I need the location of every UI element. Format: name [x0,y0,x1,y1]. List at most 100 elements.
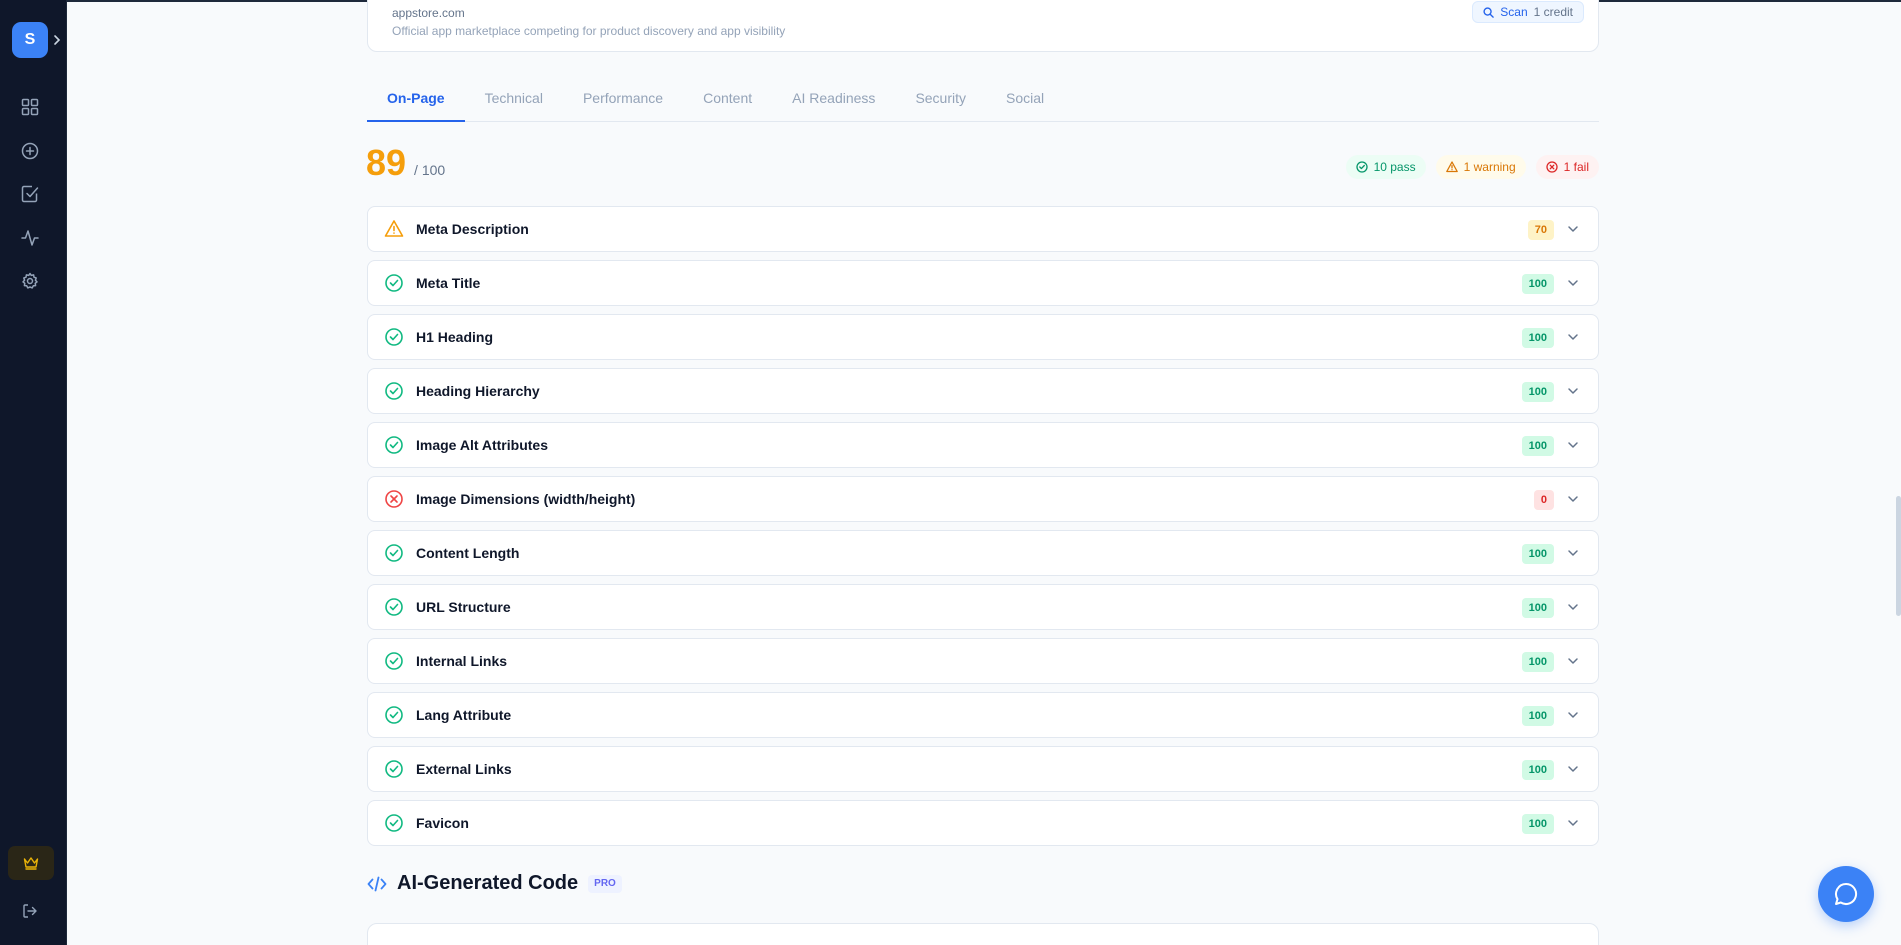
expand-sidebar-icon[interactable] [51,30,63,50]
scan-label: Scan [1500,5,1528,19]
chevron-down-icon[interactable] [1566,708,1580,722]
user-avatar[interactable]: S [12,22,48,58]
chevron-down-icon[interactable] [1566,762,1580,776]
settings-gear-icon[interactable] [19,270,41,292]
chevron-down-icon[interactable] [1566,816,1580,830]
check-row-favicon[interactable]: Favicon 100 [367,800,1599,846]
tab-social[interactable]: Social [986,84,1064,122]
check-label: Favicon [416,815,469,831]
dashboard-icon[interactable] [19,96,41,118]
category-tabs: On-Page Technical Performance Content AI… [367,84,1599,122]
activity-icon[interactable] [19,227,41,249]
status-icon [384,543,404,563]
chat-support-button[interactable] [1818,866,1874,922]
check-score-badge: 100 [1521,814,1554,834]
category-score: 89 / 100 [366,142,445,184]
check-row-external-links[interactable]: External Links 100 [367,746,1599,792]
ai-code-section-header: AI-Generated Code PRO [367,872,622,895]
status-icon [384,705,404,725]
tab-technical[interactable]: Technical [465,84,563,122]
check-row-image-dimensions-width-height[interactable]: Image Dimensions (width/height) 0 [367,476,1599,522]
check-score-badge: 100 [1521,436,1554,456]
check-circle-icon [385,598,403,616]
score-value: 89 [366,142,407,183]
chevron-down-icon[interactable] [1566,384,1580,398]
tab-ai-readiness[interactable]: AI Readiness [772,84,895,122]
status-icon [384,273,404,293]
upgrade-crown-button[interactable] [8,846,54,880]
scan-button[interactable]: Scan 1 credit [1472,1,1584,23]
check-circle-icon [385,436,403,454]
check-circle-icon [385,706,403,724]
check-circle-icon [385,814,403,832]
check-score-badge: 70 [1527,220,1554,240]
check-label: H1 Heading [416,329,494,345]
check-row-meta-title[interactable]: Meta Title 100 [367,260,1599,306]
scrollbar-thumb[interactable] [1896,496,1901,616]
scan-cost: 1 credit [1533,5,1573,19]
tab-performance[interactable]: Performance [563,84,683,122]
check-row-lang-attribute[interactable]: Lang Attribute 100 [367,692,1599,738]
check-score-badge: 100 [1521,598,1554,618]
checklist-icon[interactable] [19,183,41,205]
check-label: Lang Attribute [416,707,512,723]
check-row-h1-heading[interactable]: H1 Heading 100 [367,314,1599,360]
check-label: Content Length [416,545,520,561]
check-label: Image Dimensions (width/height) [416,491,636,507]
site-description: Official app marketplace competing for p… [392,24,786,38]
logout-icon[interactable] [19,900,41,922]
status-icon [384,381,404,401]
chevron-down-icon[interactable] [1566,330,1580,344]
chevron-down-icon[interactable] [1566,438,1580,452]
check-label: Heading Hierarchy [416,383,540,399]
site-domain: appstore.com [392,6,465,20]
check-list: Meta Description 70 Meta Title 100 H1 Headin… [367,206,1599,854]
pass-count-badge: 10 pass [1345,155,1426,179]
chevron-down-icon[interactable] [1566,546,1580,560]
check-score-badge: 0 [1533,490,1554,510]
check-circle-icon [385,652,403,670]
chevron-down-icon[interactable] [1566,492,1580,506]
search-icon [1483,6,1495,18]
status-icon [384,651,404,671]
check-row-heading-hierarchy[interactable]: Heading Hierarchy 100 [367,368,1599,414]
chevron-down-icon[interactable] [1566,222,1580,236]
status-icon [384,489,404,509]
check-label: Meta Title [416,275,481,291]
status-icon [384,435,404,455]
check-score-badge: 100 [1521,328,1554,348]
tab-on-page[interactable]: On-Page [367,84,465,122]
check-row-internal-links[interactable]: Internal Links 100 [367,638,1599,684]
status-icon [384,813,404,833]
check-row-image-alt-attributes[interactable]: Image Alt Attributes 100 [367,422,1599,468]
chevron-down-icon[interactable] [1566,600,1580,614]
check-circle-icon [385,274,403,292]
x-circle-icon [385,490,403,508]
status-icon [384,597,404,617]
check-circle-icon [1355,161,1368,173]
result-summary: 10 pass 1 warning 1 fail [1345,155,1599,179]
check-score-badge: 100 [1521,544,1554,564]
x-circle-icon [1545,161,1558,173]
check-circle-icon [385,544,403,562]
warning-count-badge: 1 warning [1435,155,1526,179]
warning-triangle-icon [384,220,404,237]
score-max: / 100 [414,162,446,178]
ai-code-card [367,923,1599,945]
check-row-content-length[interactable]: Content Length 100 [367,530,1599,576]
status-icon [384,327,404,347]
check-score-badge: 100 [1521,706,1554,726]
chevron-down-icon[interactable] [1566,276,1580,290]
check-circle-icon [385,328,403,346]
sidebar: S [0,0,67,945]
chat-bubble-icon [1835,882,1858,905]
tab-content[interactable]: Content [683,84,772,122]
add-circle-icon[interactable] [19,140,41,162]
fail-count-badge: 1 fail [1535,155,1599,179]
code-icon [367,876,387,891]
tab-security[interactable]: Security [895,84,986,122]
status-icon [384,759,404,779]
check-row-url-structure[interactable]: URL Structure 100 [367,584,1599,630]
chevron-down-icon[interactable] [1566,654,1580,668]
check-row-meta-description[interactable]: Meta Description 70 [367,206,1599,252]
